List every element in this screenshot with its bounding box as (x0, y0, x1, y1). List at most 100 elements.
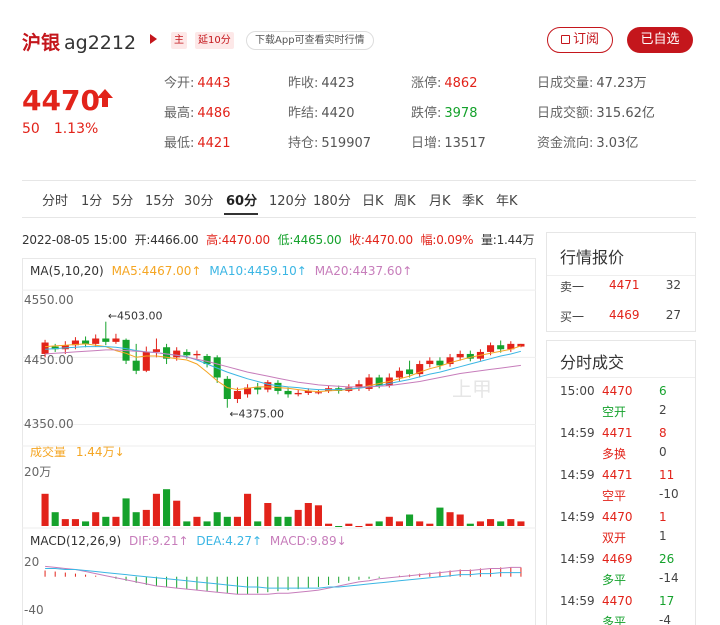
macd-axis-top: 20 (24, 555, 39, 569)
volume-bar (314, 505, 322, 526)
stat-label: 日成交量: (537, 76, 594, 91)
stat-label: 昨结: (288, 106, 319, 121)
volume-bar (213, 512, 221, 526)
stat-value: 4420 (321, 106, 355, 121)
volume-bar (254, 521, 262, 526)
volume-bar (92, 512, 100, 526)
candle-body (142, 351, 150, 371)
candle-body (284, 390, 292, 395)
info-open: 开:4466.00 (134, 233, 199, 247)
stat-item: 昨结: 4420 (288, 102, 354, 121)
stat-value: 47.23万 (596, 76, 647, 91)
volume-bar (244, 493, 252, 526)
volume-bar (325, 523, 333, 526)
volume-bar (426, 523, 434, 526)
instrument-code: ag2212 (64, 32, 137, 54)
stat-item: 日成交额: 315.62亿 (537, 102, 655, 121)
stat-label: 涨停: (411, 76, 442, 91)
stat-value: 4421 (197, 136, 231, 151)
volume-bar (163, 489, 171, 526)
dif-line (45, 565, 521, 595)
volume-bar (416, 521, 424, 526)
volume-bar (446, 512, 454, 526)
kline-chart[interactable]: 上甲 4550.00 4450.00 4350.00 ←4503.00 ←437… (22, 258, 536, 625)
ma20-line (45, 349, 521, 388)
ticks-divider (547, 377, 695, 378)
tick-oi: -4 (659, 613, 671, 625)
candle-body (102, 338, 110, 342)
info-volume: 量:1.44万 (480, 233, 535, 247)
last-price: 4470 (22, 84, 100, 117)
volume-bar (476, 521, 484, 526)
tab-6[interactable]: 60分 (226, 190, 257, 209)
tab-12[interactable]: 季K (462, 190, 484, 209)
tab-9[interactable]: 日K (362, 190, 384, 209)
orderbook-price: 4471 (609, 278, 640, 292)
candle-body (426, 360, 434, 365)
info-close: 收:4470.00 (349, 233, 413, 247)
stat-label: 资金流向: (537, 136, 594, 151)
watchlist-button[interactable]: 已自选 (627, 27, 693, 53)
tick-price: 4470 (602, 510, 633, 524)
candle-body (406, 369, 414, 375)
tab-7[interactable]: 120分 (269, 190, 307, 209)
stat-item: 持仓: 519907 (288, 132, 371, 151)
tick-price: 4471 (602, 426, 633, 440)
info-amplitude: 幅:0.09% (420, 233, 474, 247)
volume-bar (203, 521, 211, 526)
candle-body (274, 382, 282, 391)
volume-bar (152, 493, 160, 526)
subscribe-label: 订阅 (572, 32, 599, 47)
volume-bar (436, 507, 444, 526)
watermark: 上甲 (452, 377, 492, 401)
delay-tag: 延10分 (195, 32, 234, 49)
volume-bar (274, 516, 282, 526)
tick-time: 15:00 (560, 384, 595, 398)
volume-bar (294, 509, 302, 526)
candle-body (233, 390, 241, 400)
high-annotation: ←4503.00 (108, 310, 163, 323)
play-icon[interactable] (150, 34, 157, 44)
tick-type: 多平 (602, 573, 627, 587)
candle-body (152, 349, 160, 352)
tick-oi: 1 (659, 529, 667, 543)
tick-oi: 0 (659, 445, 667, 459)
volume-bar (497, 521, 505, 526)
volume-bar (456, 514, 464, 526)
tick-price: 4470 (602, 594, 633, 608)
tick-volume: 1 (659, 510, 667, 524)
tab-2[interactable]: 1分 (81, 190, 102, 209)
macd-axis-bottom: -40 (24, 603, 44, 617)
download-app-link[interactable]: 下载App可查看实时行情 (246, 31, 374, 50)
volume-bar (487, 519, 495, 526)
change-value: 50 (22, 121, 40, 137)
tab-3[interactable]: 5分 (112, 190, 133, 209)
tab-11[interactable]: 月K (429, 190, 451, 209)
candle-body (497, 345, 505, 350)
info-datetime: 2022-08-05 15:00 (22, 233, 127, 247)
volume-bar (71, 519, 79, 526)
subscribe-button[interactable]: 订阅 (547, 27, 613, 53)
change-pct: 1.13% (53, 121, 99, 137)
tab-5[interactable]: 30分 (184, 190, 214, 209)
tick-time: 14:59 (560, 552, 595, 566)
tick-type: 空平 (602, 489, 627, 503)
volume-bar (132, 512, 140, 526)
price-axis-top: 4550.00 (24, 293, 74, 307)
candle-body (294, 392, 302, 395)
stat-value: 4486 (197, 106, 231, 121)
stat-item: 昨收: 4423 (288, 72, 354, 91)
info-low: 低:4465.00 (277, 233, 342, 247)
tab-1[interactable]: 分时 (42, 190, 68, 209)
stat-label: 跌停: (411, 106, 442, 121)
tab-10[interactable]: 周K (394, 190, 416, 209)
volume-bar (142, 509, 150, 526)
candle-body (254, 387, 262, 390)
tick-oi: 2 (659, 403, 667, 417)
tab-4[interactable]: 15分 (145, 190, 175, 209)
tick-type: 多换 (602, 447, 627, 461)
up-arrow-icon (97, 89, 113, 107)
tab-13[interactable]: 年K (496, 190, 518, 209)
active-tab-underline (224, 213, 258, 215)
tab-8[interactable]: 180分 (313, 190, 351, 209)
